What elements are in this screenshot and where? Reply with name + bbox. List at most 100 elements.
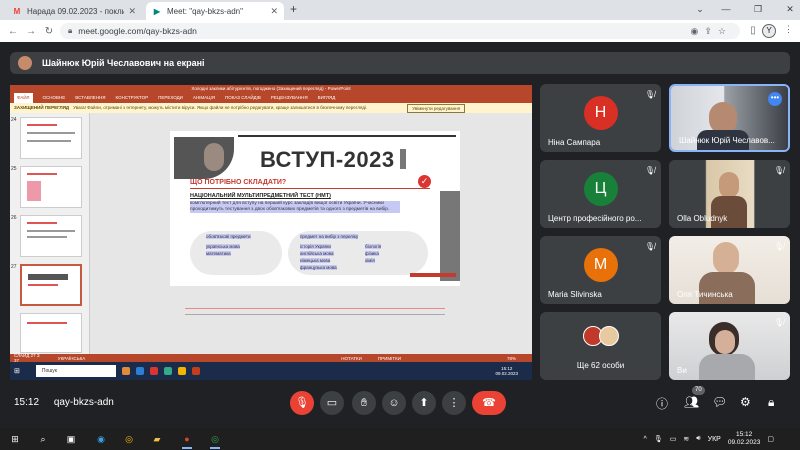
thumb-number: 24: [11, 117, 17, 123]
camera-button[interactable]: ▭: [320, 391, 344, 415]
new-tab-button[interactable]: +: [290, 2, 297, 16]
mandatory-item: математика: [206, 251, 231, 256]
slide-thumbnail: [20, 313, 82, 353]
meeting-code: qay-bkzs-adn: [53, 397, 114, 408]
chrome-meet-icon[interactable]: ◎: [208, 432, 222, 449]
wifi-icon[interactable]: ≋: [683, 435, 689, 443]
taskbar-clock[interactable]: 15:12 09.02.2023: [728, 431, 761, 447]
raise-hand-button[interactable]: ✋︎: [352, 391, 376, 415]
tab-meet[interactable]: ▶ Meet: "qay-bkzs-adn" ✕: [146, 2, 284, 20]
host-controls-icon[interactable]: 🔒︎: [768, 395, 774, 410]
avatar: Ц: [583, 172, 618, 206]
app-icon: [121, 367, 130, 375]
ppt-status-bar: СЛАЙД 27 З 37 УКРАЇНСЬКА НОТАТКИ ПРИМІТК…: [10, 353, 532, 363]
avatar-stack: [582, 326, 619, 346]
slide-thumbnail: [20, 117, 82, 159]
windows-start-icon[interactable]: ⊞: [8, 432, 22, 446]
participant-name: Olla Obludnyk: [677, 214, 728, 223]
ribbon-tab: АНІМАЦІЯ: [192, 95, 215, 100]
url-text: meet.google.com/qay-bkzs-adn: [78, 26, 197, 36]
person-face: [719, 172, 739, 198]
remote-taskbar: ⊞ Пошук 15:12 09.02.2023: [10, 362, 532, 380]
more-vert-icon[interactable]: ⋮: [784, 24, 793, 35]
reload-icon[interactable]: ↻: [40, 26, 58, 37]
participant-tile[interactable]: Н 🎙︎̸ Ніна Сампара: [540, 84, 661, 152]
thumb-line: [27, 322, 67, 324]
meet-icon: ▶: [153, 6, 161, 16]
leave-call-button[interactable]: ☎: [472, 391, 506, 415]
avatar: [598, 326, 619, 346]
more-participants-tile[interactable]: Ще 62 особи: [540, 312, 661, 380]
notes-divider: [185, 314, 445, 315]
minimize-icon[interactable]: —: [710, 0, 742, 20]
notifications-icon[interactable]: ▢: [767, 435, 774, 443]
slide-title: ВСТУП-2023: [260, 147, 395, 172]
language-indicator[interactable]: УКР: [708, 436, 721, 443]
shared-screen[interactable]: Холодні заклики абітурієнтів, погоджено …: [10, 85, 532, 380]
tab-gmail[interactable]: M Нарада 09.02.2023 - поклики... ✕: [6, 2, 142, 20]
windows-icon: ⊞: [14, 368, 20, 375]
camera-icon[interactable]: ◉: [691, 26, 705, 36]
task-view-icon[interactable]: ▣: [64, 432, 78, 446]
forward-icon[interactable]: →: [22, 26, 40, 37]
app-icon: [177, 367, 186, 375]
chrome-icon[interactable]: ◎: [122, 432, 136, 446]
mic-off-icon: 🎙︎̸: [644, 90, 655, 99]
people-icon[interactable]: 👥︎: [684, 395, 699, 409]
profile-avatar[interactable]: Y: [762, 24, 776, 38]
protected-label: ЗАХИЩЕНИЙ ПЕРЕГЛЯД: [14, 105, 70, 110]
folder-icon[interactable]: ▰: [150, 432, 164, 446]
app-icon: [163, 367, 172, 375]
thumb-line: [27, 222, 57, 224]
self-tile[interactable]: 🎙︎̸ Ви: [669, 312, 790, 380]
chevron-down-icon[interactable]: ⌄: [690, 0, 710, 20]
restore-icon[interactable]: ❐: [742, 0, 774, 20]
participant-tile[interactable]: ••• Шайнюк Юрій Чеславов...: [669, 84, 790, 152]
address-bar[interactable]: 🔒︎ meet.google.com/qay-bkzs-adn ◉⇪☆: [60, 23, 740, 39]
more-options-button[interactable]: ⋮: [442, 391, 466, 415]
more-horiz-icon[interactable]: •••: [768, 92, 782, 106]
tab-title: Meet: "qay-bkzs-adn": [167, 6, 243, 16]
thumb-line: [27, 236, 67, 238]
mic-off-button[interactable]: 🎙︎: [290, 391, 314, 415]
search-icon[interactable]: ⌕: [36, 432, 50, 446]
emoji-button[interactable]: ☺: [382, 391, 406, 415]
sidebar-icon[interactable]: ▯: [744, 25, 762, 36]
mic-tray-icon[interactable]: 🎙︎: [654, 435, 663, 443]
lock-icon[interactable]: 🔒︎: [68, 26, 72, 36]
battery-icon[interactable]: ▭: [670, 435, 677, 443]
ribbon-tab: РЕЦЕНЗУВАННЯ: [270, 95, 308, 100]
emoji-icon: ☺: [388, 397, 400, 409]
edge-icon[interactable]: ◉: [94, 432, 108, 446]
back-icon[interactable]: ←: [4, 26, 22, 37]
star-icon[interactable]: ☆: [718, 26, 732, 36]
close-tab-icon[interactable]: ✕: [128, 6, 136, 17]
remote-date: 09.02.2023: [495, 371, 518, 376]
browser-tab-strip: M Нарада 09.02.2023 - поклики... ✕ ▶ Mee…: [0, 0, 800, 20]
present-button[interactable]: ⬆: [412, 391, 436, 415]
participant-tile[interactable]: 🎙︎̸ Оля Тичинська: [669, 236, 790, 304]
person-face: [715, 330, 735, 354]
slide-thumbnail: [20, 215, 82, 257]
people-count-badge: 70: [692, 386, 705, 395]
chat-icon[interactable]: 💬︎: [712, 395, 727, 409]
participant-tile[interactable]: M 🎙︎̸ Maria Slivinska: [540, 236, 661, 304]
participant-name: Центр професійного ро...: [548, 214, 642, 223]
close-tab-icon[interactable]: ✕: [270, 6, 278, 17]
mic-off-icon: 🎙︎̸: [773, 166, 784, 175]
chevron-up-icon[interactable]: ^: [644, 436, 647, 443]
volume-icon[interactable]: 🔊︎: [696, 435, 700, 443]
activities-icon[interactable]: ⚙︎: [740, 395, 751, 409]
nmt-heading: НАЦІОНАЛЬНИЙ МУЛЬТИПРЕДМЕТНИЙ ТЕСТ (НМТ): [190, 193, 331, 199]
participant-tile[interactable]: 🎙︎̸ Olla Obludnyk: [669, 160, 790, 228]
ribbon-tab: ВСТАВЛЕННЯ: [75, 95, 106, 100]
protected-view-bar: ЗАХИЩЕНИЙ ПЕРЕГЛЯД Увага! Файли, отриман…: [10, 103, 532, 113]
app-icon: [149, 367, 158, 375]
participant-tile[interactable]: Ц 🎙︎̸ Центр професійного ро...: [540, 160, 661, 228]
powerpoint-icon[interactable]: ●: [180, 432, 194, 449]
thumb-number: 26: [11, 215, 17, 221]
info-icon[interactable]: ⓘ: [656, 395, 668, 412]
close-window-icon[interactable]: ✕: [774, 0, 800, 20]
more-vert-icon: ⋮: [448, 397, 460, 409]
share-icon[interactable]: ⇪: [704, 26, 718, 36]
